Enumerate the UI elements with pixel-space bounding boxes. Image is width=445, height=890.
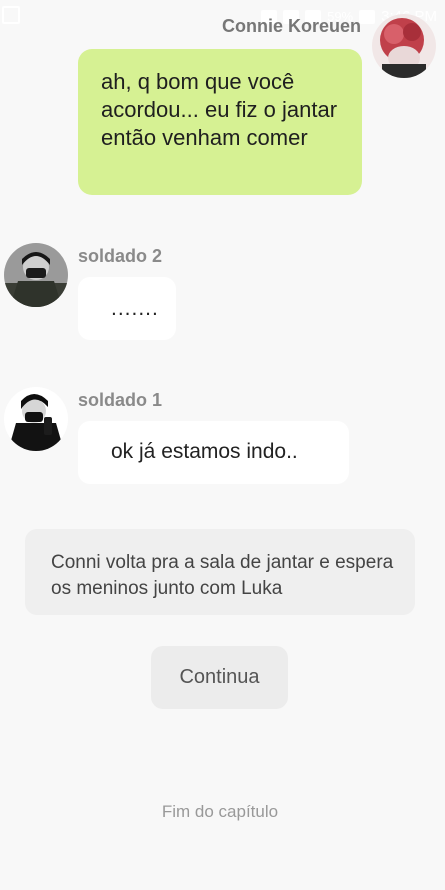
sender-name-connie: Connie Koreuen bbox=[221, 16, 361, 36]
notification-icon bbox=[2, 6, 20, 24]
message-bubble-soldado-2: ....... bbox=[78, 277, 176, 340]
message-bubble-connie: ah, q bom que você acordou... eu fiz o j… bbox=[78, 49, 362, 195]
sender-name-soldado-2: soldado 2 bbox=[78, 246, 163, 266]
avatar-soldado-2 bbox=[4, 243, 68, 307]
message-bubble-soldado-1: ok já estamos indo.. bbox=[78, 421, 349, 484]
narration-box: Conni volta pra a sala de jantar e esper… bbox=[25, 529, 415, 615]
chapter-end-label: Fim do capítulo bbox=[161, 802, 279, 821]
avatar-soldado-1 bbox=[4, 387, 68, 451]
avatar-connie bbox=[372, 14, 436, 78]
sender-name-soldado-1: soldado 1 bbox=[78, 390, 163, 410]
battery-icon bbox=[359, 9, 376, 24]
continue-button[interactable]: Continua bbox=[151, 646, 288, 709]
